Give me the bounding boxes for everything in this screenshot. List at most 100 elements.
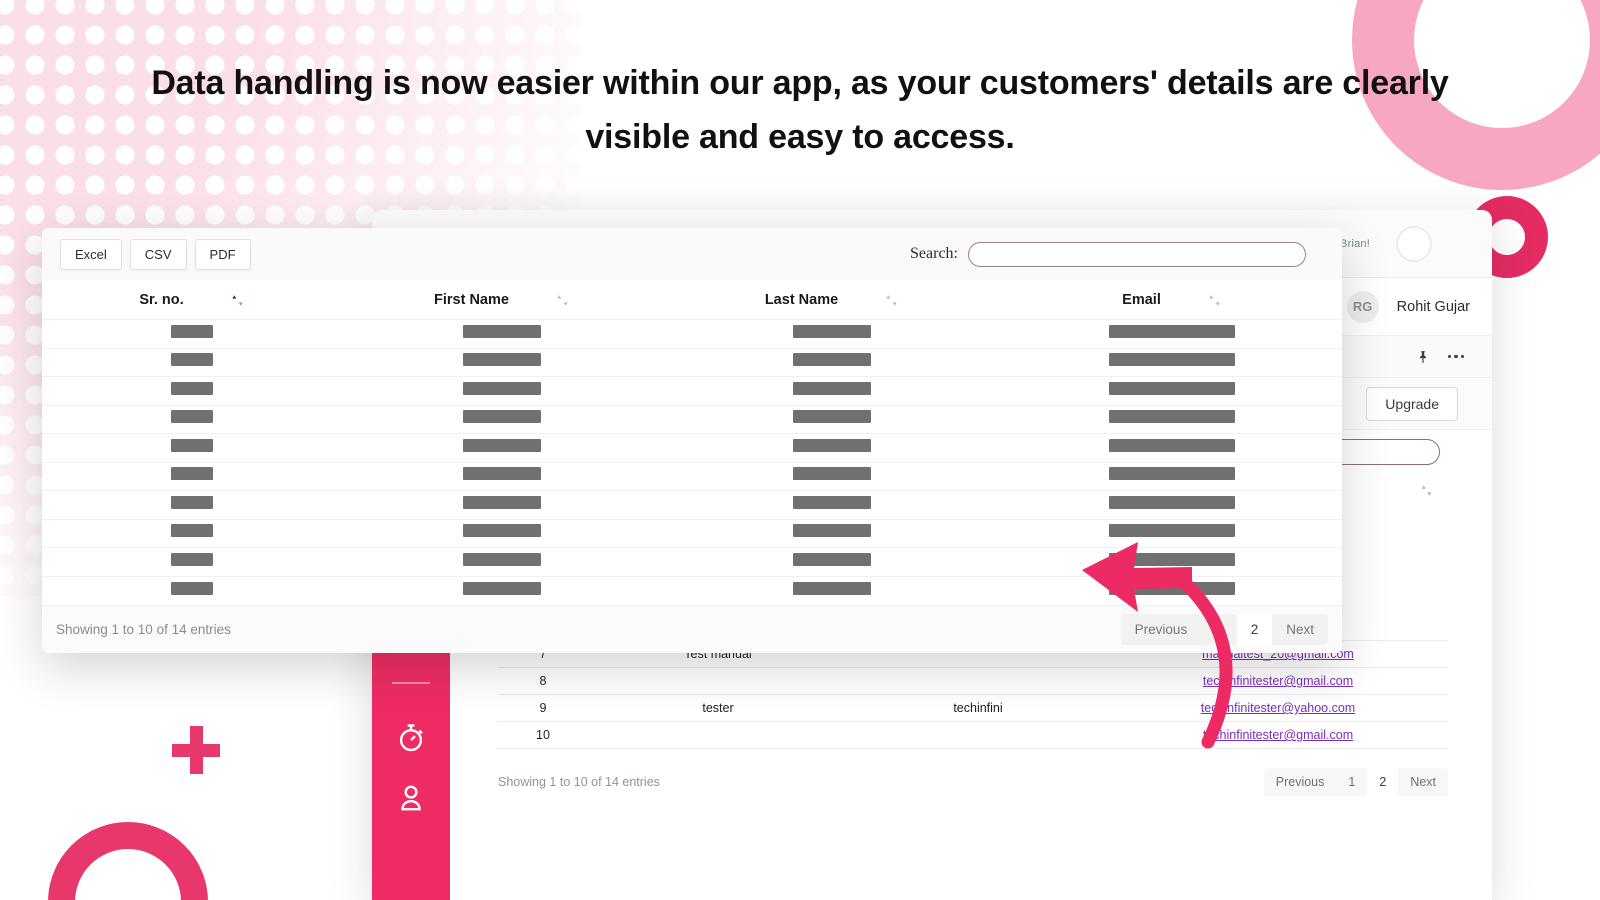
- cell-sr: [42, 547, 342, 576]
- redaction-bar: [171, 552, 213, 566]
- column-header-sr-no[interactable]: Sr. no.: [42, 280, 342, 320]
- cell-first-name: [342, 547, 662, 576]
- cell-last-name: [662, 575, 1002, 605]
- cell-last-name: [662, 490, 1002, 519]
- export-pdf-button[interactable]: PDF: [194, 238, 251, 270]
- cell-first: [588, 721, 848, 749]
- redaction-bar: [171, 524, 213, 538]
- redaction-bar: [793, 581, 871, 595]
- cell-first-name: [342, 404, 662, 434]
- pagination-page-1[interactable]: 1: [1336, 768, 1367, 796]
- sort-both-icon[interactable]: [1419, 483, 1434, 498]
- cell-sr: [42, 404, 342, 434]
- sort-both-icon[interactable]: [884, 293, 899, 308]
- cell-first-name: [342, 319, 662, 348]
- table-row[interactable]: [42, 547, 1342, 576]
- more-options-icon[interactable]: [1447, 354, 1464, 359]
- cell-sr: [42, 433, 342, 462]
- upgrade-button[interactable]: Upgrade: [1366, 386, 1458, 421]
- column-header-last-name[interactable]: Last Name: [662, 280, 1002, 320]
- pagination-next[interactable]: Next: [1272, 614, 1328, 645]
- cell-sr: [42, 376, 342, 405]
- pagination-page-1[interactable]: 1: [1201, 614, 1237, 645]
- table-row[interactable]: 10 techinfinitester@gmail.com: [498, 721, 1448, 749]
- pagination: Previous 1 2 Next: [1120, 613, 1328, 645]
- redaction-bar: [793, 552, 871, 566]
- redaction-bar: [1109, 467, 1235, 481]
- column-header-first-name[interactable]: First Name: [342, 280, 662, 320]
- entries-summary: Showing 1 to 10 of 14 entries: [56, 621, 231, 637]
- entries-summary: Showing 1 to 10 of 14 entries: [498, 775, 660, 789]
- redaction-bar: [793, 381, 871, 395]
- cell-first-name: [342, 518, 662, 548]
- sort-asc-icon[interactable]: [230, 293, 245, 308]
- cell-email: [1002, 461, 1342, 491]
- table-row[interactable]: [42, 575, 1342, 605]
- table-row[interactable]: [42, 376, 1342, 405]
- sort-both-icon[interactable]: [1207, 293, 1222, 308]
- redaction-bar: [793, 524, 871, 538]
- cell-email: techinfinitester@gmail.com: [1108, 721, 1448, 749]
- redaction-bar: [793, 410, 871, 424]
- cell-email: [1002, 319, 1342, 348]
- email-link[interactable]: techinfinitester@yahoo.com: [1201, 701, 1355, 715]
- export-csv-button[interactable]: CSV: [129, 238, 187, 270]
- table-row[interactable]: [42, 461, 1342, 491]
- email-link[interactable]: techinfinitester@gmail.com: [1203, 674, 1353, 688]
- redaction-bar: [1109, 581, 1235, 595]
- pink-plus-decoration: [172, 726, 220, 774]
- pagination-next[interactable]: Next: [1398, 768, 1448, 796]
- cell-first: tester: [588, 694, 848, 722]
- table-row[interactable]: [42, 490, 1342, 519]
- sort-both-icon[interactable]: [555, 293, 570, 308]
- redaction-bar: [793, 353, 871, 367]
- search-input[interactable]: [968, 241, 1306, 267]
- pagination-page-2[interactable]: 2: [1367, 768, 1399, 796]
- cell-first-name: [342, 376, 662, 405]
- cell-email: techinfinitester@yahoo.com: [1108, 694, 1448, 722]
- table-row[interactable]: 9 tester techinfini techinfinitester@yah…: [498, 694, 1448, 722]
- table-row[interactable]: [42, 518, 1342, 548]
- pagination-previous[interactable]: Previous: [1121, 614, 1202, 645]
- cell-sr: [42, 319, 342, 348]
- pin-icon[interactable]: [1416, 349, 1430, 365]
- redaction-bar: [793, 467, 871, 481]
- redaction-bar: [463, 324, 541, 338]
- cell-email: [1002, 547, 1342, 576]
- avatar-circle-icon[interactable]: [1396, 225, 1432, 262]
- redaction-bar: [171, 324, 213, 338]
- cell-sr: [42, 347, 342, 377]
- search-label: Search:: [910, 245, 958, 262]
- table-row[interactable]: [42, 319, 1342, 348]
- export-excel-button[interactable]: Excel: [60, 238, 122, 270]
- redaction-bar: [793, 495, 871, 509]
- table-toolbar: Excel CSV PDF Search:: [42, 228, 1342, 280]
- table-row[interactable]: [42, 347, 1342, 377]
- redaction-bar: [463, 438, 541, 452]
- redaction-bar: [1109, 524, 1235, 538]
- table-header: Sr. no. First Name Last Name Email: [42, 280, 1342, 320]
- cell-first-name: [342, 433, 662, 462]
- cell-sr: 10: [498, 721, 588, 749]
- pagination-page-2[interactable]: 2: [1236, 613, 1273, 645]
- table-row[interactable]: [42, 433, 1342, 462]
- pagination-previous[interactable]: Previous: [1264, 768, 1337, 796]
- search-group: Search:: [910, 241, 1306, 267]
- column-header-email[interactable]: Email: [1002, 280, 1342, 320]
- redaction-bar: [171, 381, 213, 395]
- column-label: Last Name: [764, 292, 839, 308]
- redaction-bar: [1109, 495, 1235, 509]
- cell-first-name: [342, 490, 662, 519]
- person-icon[interactable]: [395, 782, 427, 814]
- avatar[interactable]: RG: [1346, 290, 1379, 323]
- redaction-bar: [463, 467, 541, 481]
- cell-last-name: [662, 518, 1002, 548]
- cell-email: [1002, 575, 1342, 605]
- table-row[interactable]: 8 techinfinitester@gmail.com: [498, 667, 1448, 695]
- timer-icon[interactable]: [395, 722, 427, 754]
- email-link[interactable]: techinfinitester@gmail.com: [1203, 728, 1353, 742]
- table-row[interactable]: [42, 404, 1342, 434]
- cell-first-name: [342, 461, 662, 491]
- redaction-bar: [1109, 381, 1235, 395]
- pagination: Previous 1 2 Next: [1263, 768, 1448, 796]
